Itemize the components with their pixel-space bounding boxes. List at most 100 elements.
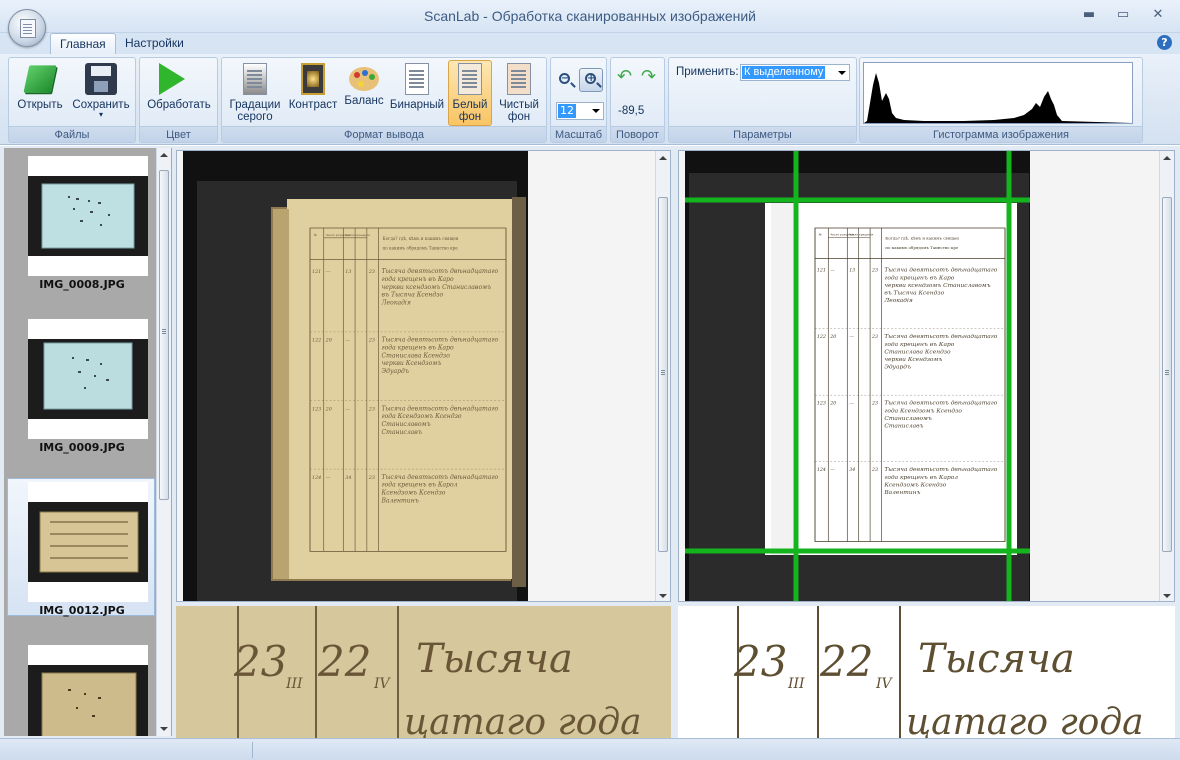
process-button[interactable]: Обработать — [144, 60, 214, 112]
app-document-icon — [20, 19, 36, 38]
ledger-entry-text: Тысяча девятьсотъ двѣнадцатаго — [884, 334, 997, 340]
ledger-cell: 121 — [817, 268, 826, 274]
binary-button[interactable]: Бинарный — [388, 60, 446, 112]
balance-button[interactable]: Баланс — [343, 60, 385, 108]
group-parameters-label: Параметры — [669, 126, 856, 142]
zoom-out-button[interactable]: − — [553, 68, 577, 92]
apply-scope-value: К выделенному — [742, 66, 826, 79]
zoom-in-button[interactable]: + — [579, 68, 603, 92]
ledger-entry-text: Станислава Ксендзо — [884, 349, 951, 355]
ledger-cell: 123 — [817, 401, 826, 407]
ledger-cell: — — [326, 269, 331, 275]
ledger-column-header: № — [819, 233, 822, 237]
scroll-up-icon[interactable] — [1163, 156, 1171, 160]
scroll-down-icon[interactable] — [1163, 594, 1171, 598]
svg-text:III: III — [285, 676, 303, 692]
ledger-entry-text: Ксендзомъ Ксендзо — [381, 490, 446, 497]
status-bar — [0, 738, 1180, 760]
tab-main[interactable]: Главная — [50, 33, 116, 55]
help-icon[interactable]: ? — [1157, 35, 1172, 50]
group-files: Открыть Сохранить ▾ Файлы — [8, 57, 136, 143]
thumbnail-item[interactable] — [7, 641, 155, 736]
apply-scope-select[interactable]: К выделенному — [740, 64, 850, 81]
ledger-cell: — — [345, 338, 350, 344]
group-output-format-label: Формат вывода — [222, 126, 546, 142]
thumbnail-item[interactable]: IMG_0008.JPG — [7, 152, 155, 291]
ledger-cell: — — [326, 475, 331, 481]
ledger-entry-text: Станиславомъ — [884, 416, 932, 422]
ledger-column-header: Число крещенія — [345, 233, 370, 237]
tab-settings[interactable]: Настройки — [116, 33, 193, 55]
clean-background-document-icon — [507, 63, 531, 95]
processed-detail-view: 23 III 22 IV Тысяча цатаго года — [678, 606, 1175, 738]
original-image-pane[interactable]: Когда? гдѣ, кѣмъ и какимъ священ по каким… — [176, 150, 671, 602]
svg-text:22: 22 — [819, 637, 873, 686]
white-background-label-line2: фон — [458, 111, 482, 123]
white-background-label-line1: Белый — [452, 99, 488, 111]
scroll-down-icon[interactable] — [160, 727, 168, 731]
processed-image-pane[interactable]: Когда? гдѣ, кѣмъ и какимъ священ по каким… — [678, 150, 1175, 602]
rotate-right-icon[interactable]: ↷ — [641, 68, 661, 86]
scroll-up-icon[interactable] — [160, 153, 168, 157]
floppy-disk-icon — [85, 63, 117, 95]
ledger-entry-text: Станиславъ — [884, 424, 923, 430]
scrollbar-thumb[interactable] — [1162, 197, 1172, 552]
rotate-left-icon[interactable]: ↶ — [617, 68, 637, 86]
binary-label: Бинарный — [389, 99, 445, 111]
processed-pane-scrollbar[interactable] — [1159, 151, 1174, 601]
ledger-entry-text: Станиславъ — [382, 429, 422, 436]
app-menu-button[interactable] — [8, 9, 46, 47]
zoom-level-select[interactable]: 12 — [556, 102, 604, 120]
ledger-cell: 23 — [871, 401, 878, 407]
ledger-cell: 23 — [368, 406, 375, 412]
ledger-entry-text: Эдуардъ — [382, 368, 409, 375]
ledger-cell: 20 — [829, 401, 836, 407]
ledger-entry-text: Тысяча девятьсотъ двѣнадцатаго — [884, 467, 997, 473]
ledger-cell: — — [345, 406, 350, 412]
group-histogram: Гистограмма изображения — [859, 57, 1143, 143]
svg-text:цатаго года: цатаго года — [906, 702, 1144, 738]
scroll-up-icon[interactable] — [659, 156, 667, 160]
ledger-cell: 34 — [849, 467, 855, 473]
white-background-button[interactable]: Белый фон — [448, 60, 492, 126]
ledger-cell: — — [849, 335, 854, 340]
binary-document-icon — [405, 63, 429, 95]
thumbnail-list[interactable]: IMG_0008.JPG IMG_0009.JPG IMG_0012.JPG — [4, 148, 172, 736]
minimize-button[interactable]: ▬ — [1078, 6, 1100, 24]
svg-text:IV: IV — [373, 676, 392, 692]
ledger-header: Когда? гдѣ, кѣмъ и какимъ священ — [383, 236, 459, 241]
thumbnail-item[interactable]: IMG_0009.JPG — [7, 315, 155, 454]
contrast-label: Контраст — [288, 99, 338, 111]
svg-text:IV: IV — [875, 676, 894, 692]
group-output-format: Градации серого Контраст Баланс Бинарный… — [221, 57, 547, 143]
ledger-entry-text: года крещенъ въ Каро — [382, 345, 454, 352]
group-parameters: Применить: К выделенному Параметры — [668, 57, 857, 143]
white-background-document-icon — [458, 63, 482, 95]
scroll-down-icon[interactable] — [659, 594, 667, 598]
ledger-entry-text: Станислава Ксендзо — [382, 352, 451, 359]
thumbnail-item-selected[interactable]: IMG_0012.JPG — [7, 478, 155, 617]
detail-day-number: 23 — [233, 637, 287, 686]
maximize-button[interactable]: ▭ — [1112, 6, 1134, 24]
grayscale-button[interactable]: Градации серого — [226, 60, 284, 124]
ledger-entry-text: черкви ксендзомъ Станиславомъ — [382, 284, 492, 291]
save-dropdown-arrow-icon[interactable]: ▾ — [70, 111, 132, 119]
ledger-header: Когда? гдѣ, кѣмъ и какимъ священ — [885, 235, 959, 240]
scrollbar-thumb[interactable] — [658, 197, 668, 552]
thumbnail-image — [28, 156, 148, 276]
ledger-entry-text: Тысяча девятьсотъ двѣнадцатаго — [884, 401, 997, 407]
save-button[interactable]: Сохранить ▾ — [69, 60, 133, 120]
process-label: Обработать — [147, 99, 211, 111]
thumbnail-filename: IMG_0012.JPG — [39, 604, 125, 617]
chevron-down-icon — [592, 109, 600, 113]
ledger-cell: 124 — [312, 475, 321, 481]
thumbnail-scrollbar[interactable] — [156, 148, 171, 736]
open-button[interactable]: Открыть — [13, 60, 67, 112]
original-pane-scrollbar[interactable] — [655, 151, 670, 601]
clean-background-button[interactable]: Чистый фон — [496, 60, 542, 124]
processed-detail-image: 23 III 22 IV Тысяча цатаго года — [678, 606, 1175, 738]
scrollbar-thumb[interactable] — [159, 170, 169, 500]
contrast-button[interactable]: Контраст — [286, 60, 340, 112]
close-button[interactable]: ✕ — [1147, 6, 1169, 24]
ledger-entry-text: Валентинъ — [883, 490, 920, 496]
